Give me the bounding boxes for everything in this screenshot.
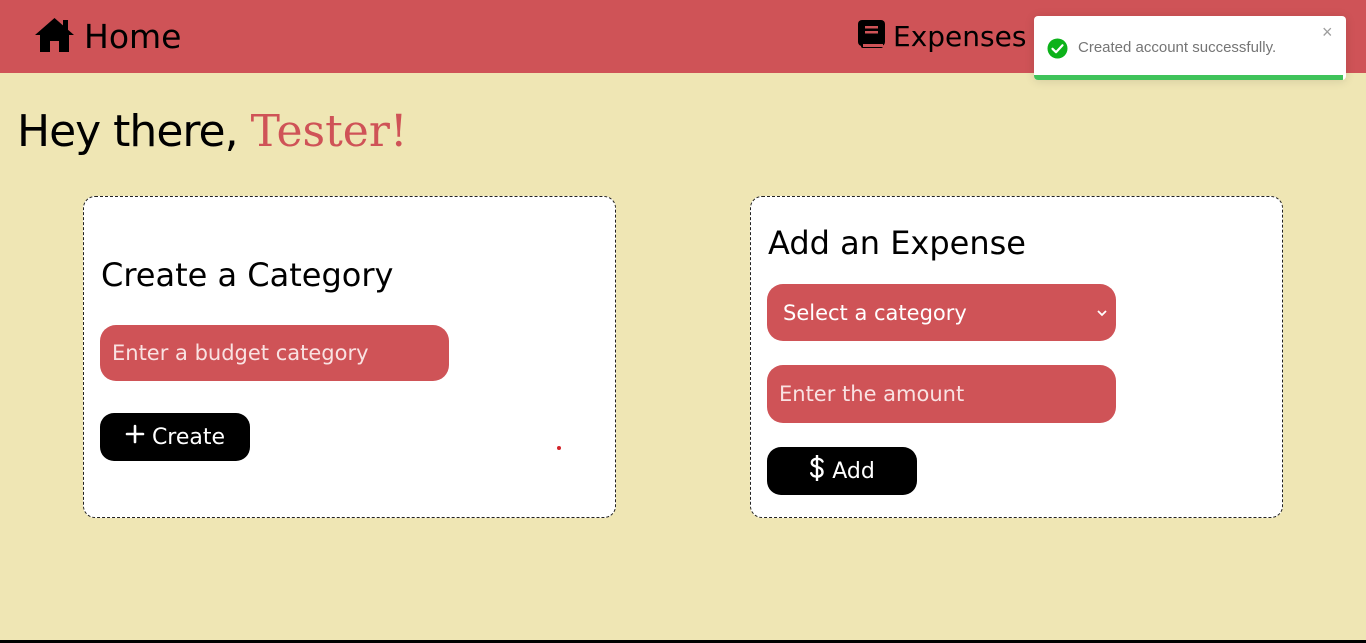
create-category-title: Create a Category bbox=[101, 256, 394, 294]
success-toast[interactable]: Created account successfully. × bbox=[1034, 16, 1346, 80]
add-expense-button[interactable]: Add bbox=[767, 447, 917, 495]
nav-home-label: Home bbox=[84, 17, 182, 56]
add-button-label: Add bbox=[832, 458, 875, 484]
check-circle-icon bbox=[1047, 38, 1068, 59]
amount-input[interactable] bbox=[767, 365, 1116, 423]
dollar-icon bbox=[809, 454, 825, 488]
toast-message: Created account successfully. bbox=[1078, 39, 1277, 56]
user-name: Tester! bbox=[250, 106, 408, 157]
plus-icon bbox=[125, 424, 145, 450]
nav-expenses-link[interactable]: Expenses bbox=[858, 16, 1026, 58]
category-select-value: Select a category bbox=[783, 300, 967, 325]
toast-progress-bar bbox=[1034, 75, 1343, 80]
chevron-down-icon bbox=[1097, 309, 1107, 317]
page-title: Hey there, Tester! bbox=[17, 102, 408, 162]
nav-home-link[interactable]: Home bbox=[34, 14, 181, 60]
close-icon[interactable]: × bbox=[1322, 23, 1333, 41]
add-expense-card: Add an Expense Select a category Add bbox=[750, 196, 1283, 518]
create-button[interactable]: Create bbox=[100, 413, 250, 461]
budget-category-input[interactable] bbox=[100, 325, 449, 381]
nav-expenses-label: Expenses bbox=[893, 20, 1027, 53]
book-icon bbox=[858, 20, 885, 54]
greeting-prefix: Hey there, bbox=[17, 106, 251, 157]
create-button-label: Create bbox=[151, 424, 226, 450]
cursor-dot bbox=[557, 446, 561, 450]
category-select[interactable]: Select a category bbox=[767, 284, 1116, 341]
home-icon bbox=[34, 17, 75, 57]
add-expense-title: Add an Expense bbox=[768, 224, 1026, 262]
create-category-card: Create a Category Create bbox=[83, 196, 616, 518]
